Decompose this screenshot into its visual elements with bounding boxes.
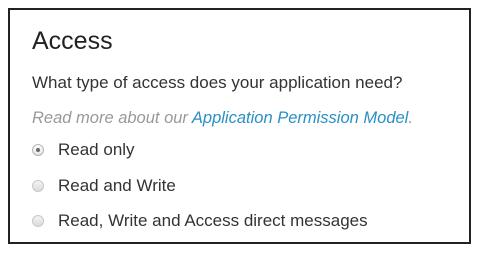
read-more-prefix: Read more about our bbox=[32, 109, 192, 127]
radio-button[interactable] bbox=[32, 180, 44, 192]
radio-button[interactable] bbox=[32, 215, 44, 227]
option-label: Read, Write and Access direct messages bbox=[58, 211, 368, 230]
read-more-suffix: . bbox=[408, 109, 413, 127]
access-option-read-write-dm[interactable]: Read, Write and Access direct messages bbox=[32, 209, 368, 233]
option-label: Read and Write bbox=[58, 176, 176, 195]
access-settings-panel: Access What type of access does your app… bbox=[8, 8, 471, 244]
read-more-text: Read more about our Application Permissi… bbox=[32, 107, 413, 129]
option-label: Read only bbox=[58, 140, 135, 159]
access-option-read-write[interactable]: Read and Write bbox=[32, 174, 176, 198]
radio-button-selected[interactable] bbox=[32, 144, 44, 156]
section-title: Access bbox=[32, 27, 113, 55]
access-question: What type of access does your applicatio… bbox=[32, 73, 403, 92]
access-option-read-only[interactable]: Read only bbox=[32, 138, 135, 162]
application-permission-model-link[interactable]: Application Permission Model bbox=[192, 109, 408, 127]
